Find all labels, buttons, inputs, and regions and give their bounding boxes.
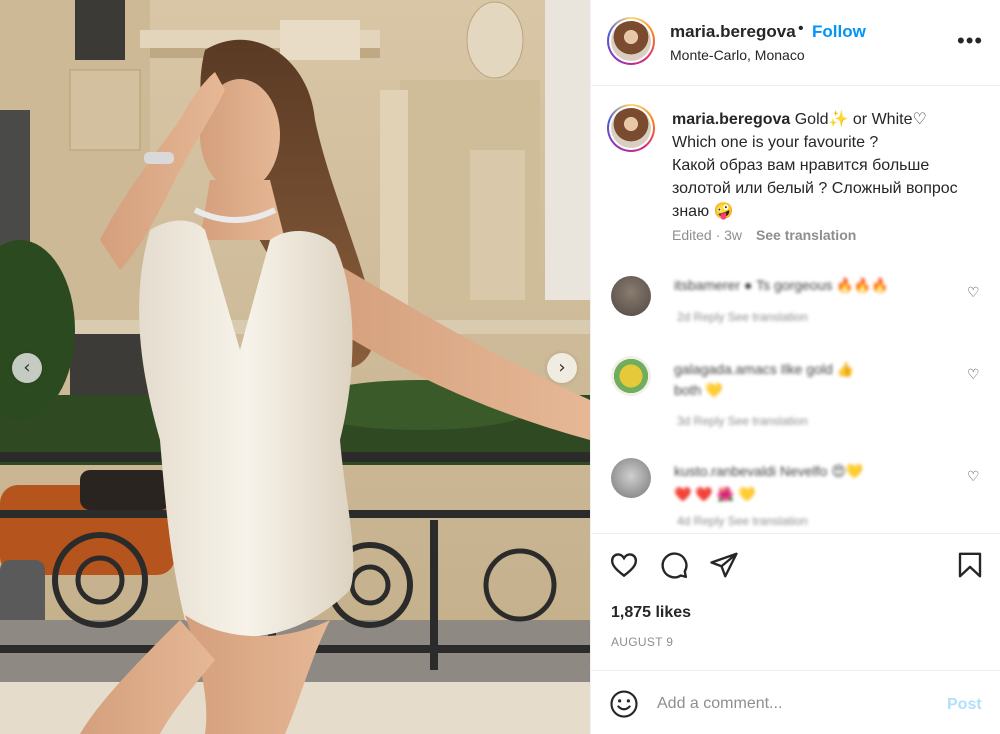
add-comment-bar: Post bbox=[591, 670, 1000, 734]
post-location[interactable]: Monte-Carlo, Monaco bbox=[670, 47, 805, 63]
caption-edited: Edited · 3w bbox=[672, 227, 743, 243]
comment-item: itsbamerer ● Ts gorgeous 🔥🔥🔥 2d Reply Se… bbox=[591, 262, 1000, 332]
comment-meta: 3d Reply See translation bbox=[677, 414, 808, 428]
header-separator: • bbox=[798, 20, 804, 37]
comment-like-icon[interactable]: ♡ bbox=[967, 468, 980, 485]
more-options-icon[interactable]: ••• bbox=[957, 30, 983, 52]
post-photo[interactable]: ‹ › bbox=[0, 0, 590, 734]
bookmark-icon[interactable] bbox=[955, 550, 985, 580]
post-date: AUGUST 9 bbox=[611, 635, 674, 649]
comment-item: galagada.amacs Ilke gold 👍 both 💛 3d Rep… bbox=[591, 346, 1000, 434]
comment-like-icon[interactable]: ♡ bbox=[967, 366, 980, 383]
follow-button[interactable]: Follow bbox=[812, 22, 866, 42]
post-details-panel: maria.beregova • Follow Monte-Carlo, Mon… bbox=[590, 0, 1000, 734]
comment-text-continued: ❤️ ❤️ 🌺 💛 bbox=[674, 486, 756, 502]
share-icon[interactable] bbox=[709, 550, 739, 580]
comment-text: itsbamerer ● Ts gorgeous 🔥🔥🔥 bbox=[674, 277, 889, 293]
heart-icon[interactable] bbox=[609, 550, 639, 580]
comment-meta: 2d Reply See translation bbox=[677, 310, 808, 324]
chevron-right-icon: › bbox=[558, 357, 566, 378]
comment-icon[interactable] bbox=[659, 550, 689, 580]
comment-avatar[interactable] bbox=[611, 276, 651, 316]
post-comment-button[interactable]: Post bbox=[947, 696, 982, 714]
comment-input[interactable] bbox=[657, 691, 927, 717]
caption-text: maria.beregova Gold✨ or White♡ Which one… bbox=[672, 108, 972, 223]
comment-text: kusto.ranbevaldi Nevelfo 😍💛 bbox=[674, 463, 864, 479]
photo-scene bbox=[0, 0, 590, 734]
carousel-next-button[interactable]: › bbox=[547, 353, 577, 383]
comment-like-icon[interactable]: ♡ bbox=[967, 284, 980, 301]
comment-avatar[interactable] bbox=[611, 458, 651, 498]
caption-avatar[interactable] bbox=[607, 104, 655, 152]
carousel-prev-button[interactable]: ‹ bbox=[12, 353, 42, 383]
emoji-icon[interactable] bbox=[609, 689, 639, 719]
see-translation-button[interactable]: See translation bbox=[756, 227, 856, 243]
comment-avatar[interactable] bbox=[611, 356, 651, 396]
post-header: maria.beregova • Follow Monte-Carlo, Mon… bbox=[591, 0, 1000, 86]
caption-meta: Edited · 3w See translation bbox=[672, 227, 856, 243]
author-avatar[interactable] bbox=[607, 17, 655, 65]
likes-count[interactable]: 1,875 likes bbox=[611, 604, 691, 622]
comment-text: galagada.amacs Ilke gold 👍 bbox=[674, 361, 855, 377]
chevron-left-icon: ‹ bbox=[23, 357, 31, 378]
comment-item: kusto.ranbevaldi Nevelfo 😍💛 ❤️ ❤️ 🌺 💛 4d… bbox=[591, 450, 1000, 530]
comment-text-continued: both 💛 bbox=[674, 382, 723, 398]
caption-username[interactable]: maria.beregova bbox=[672, 111, 790, 128]
comment-meta: 4d Reply See translation bbox=[677, 514, 808, 528]
post-actions: 1,875 likes AUGUST 9 bbox=[591, 533, 1000, 663]
author-username[interactable]: maria.beregova bbox=[670, 22, 796, 42]
